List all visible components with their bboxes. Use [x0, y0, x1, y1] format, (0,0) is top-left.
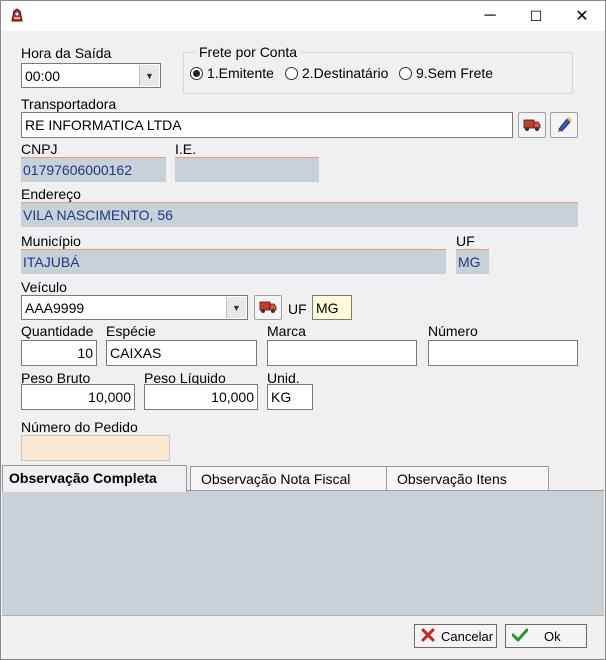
- radio-sem-frete[interactable]: 9.Sem Frete: [399, 65, 493, 81]
- veiculo-value: AAA9999: [25, 300, 85, 316]
- ie-label: I.E.: [175, 141, 197, 157]
- numero-pedido-label: Número do Pedido: [21, 419, 138, 435]
- tab-observacao-nota-fiscal-label: Observação Nota Fiscal: [201, 471, 351, 487]
- transportadora-search-button[interactable]: [518, 112, 546, 138]
- especie-label: Espécie: [106, 323, 156, 339]
- peso-bruto-input[interactable]: 10,000: [21, 384, 135, 410]
- marca-input[interactable]: [267, 340, 417, 366]
- veiculo-uf-input[interactable]: MG: [312, 295, 352, 320]
- cancel-button-label: Cancelar: [441, 628, 494, 644]
- endereco-field: VILA NASCIMENTO, 56: [21, 202, 578, 227]
- transportadora-label: Transportadora: [21, 96, 117, 112]
- cnpj-label: CNPJ: [21, 141, 58, 157]
- veiculo-search-button[interactable]: [254, 295, 282, 320]
- numero-input[interactable]: [428, 340, 578, 366]
- cancel-x-icon: [421, 628, 435, 645]
- veiculo-combo[interactable]: AAA9999 ▼: [21, 295, 248, 320]
- close-button[interactable]: ✕: [559, 1, 605, 31]
- municipio-field: ITAJUBÁ: [21, 249, 446, 274]
- truck-icon: [259, 298, 277, 317]
- observacao-text-area[interactable]: [2, 490, 604, 615]
- chevron-down-icon[interactable]: ▼: [226, 297, 246, 318]
- radio-dot-icon: [190, 66, 203, 80]
- uf-municipio-field: MG: [456, 249, 489, 274]
- radio-emitente-label: 1.Emitente: [207, 65, 274, 81]
- numero-label: Número: [428, 323, 478, 339]
- radio-dot-icon: [285, 66, 298, 80]
- numero-pedido-input[interactable]: [21, 435, 170, 461]
- truck-icon: [523, 116, 541, 135]
- minimize-button[interactable]: ─: [467, 1, 513, 31]
- tab-observacao-completa-label: Observação Completa: [9, 470, 157, 486]
- dialog-window: ─ ☐ ✕ Hora da Saída 00:00 ▼ Frete por Co…: [0, 0, 606, 660]
- radio-dot-icon: [399, 66, 412, 80]
- ok-check-icon: [511, 628, 529, 645]
- radio-sem-frete-label: 9.Sem Frete: [416, 65, 494, 81]
- radio-emitente[interactable]: 1.Emitente: [190, 65, 274, 81]
- cnpj-field: 01797606000162: [21, 157, 166, 182]
- especie-input[interactable]: CAIXAS: [106, 340, 257, 366]
- ie-field: [175, 157, 319, 182]
- hora-saida-value: 00:00: [25, 68, 61, 84]
- transportadora-edit-button[interactable]: [550, 112, 578, 138]
- chevron-down-icon[interactable]: ▼: [139, 65, 159, 86]
- unid-input[interactable]: KG: [267, 384, 313, 410]
- radio-destinatario-label: 2.Destinatário: [302, 65, 389, 81]
- quantidade-input[interactable]: 10: [21, 340, 97, 366]
- municipio-label: Município: [21, 233, 81, 249]
- tab-observacao-nota-fiscal[interactable]: Observação Nota Fiscal: [190, 466, 388, 491]
- observacao-tabs: Observação Completa Observação Nota Fisc…: [2, 465, 604, 492]
- tab-observacao-completa[interactable]: Observação Completa: [2, 465, 187, 492]
- cancel-button[interactable]: Cancelar: [414, 624, 497, 648]
- ok-button[interactable]: Ok: [505, 624, 587, 648]
- edit-icon: [555, 115, 573, 136]
- app-icon: [9, 7, 25, 23]
- bottom-divider: [2, 615, 604, 616]
- ok-button-label: Ok: [544, 628, 561, 644]
- radio-destinatario[interactable]: 2.Destinatário: [285, 65, 388, 81]
- title-bar: ─ ☐ ✕: [1, 1, 605, 31]
- tab-observacao-itens[interactable]: Observação Itens: [386, 466, 549, 491]
- veiculo-uf-label: UF: [288, 301, 307, 317]
- hora-saida-label: Hora da Saída: [21, 45, 112, 61]
- veiculo-label: Veículo: [21, 279, 67, 295]
- maximize-button[interactable]: ☐: [513, 1, 559, 31]
- uf-municipio-label: UF: [456, 233, 475, 249]
- quantidade-label: Quantidade: [21, 323, 94, 339]
- transportadora-input[interactable]: RE INFORMATICA LTDA: [21, 112, 513, 138]
- endereco-label: Endereço: [21, 186, 81, 202]
- frete-group-title: Frete por Conta: [195, 44, 302, 60]
- tab-observacao-itens-label: Observação Itens: [397, 471, 507, 487]
- marca-label: Marca: [267, 323, 306, 339]
- hora-saida-combo[interactable]: 00:00 ▼: [21, 63, 161, 88]
- peso-liquido-input[interactable]: 10,000: [144, 384, 258, 410]
